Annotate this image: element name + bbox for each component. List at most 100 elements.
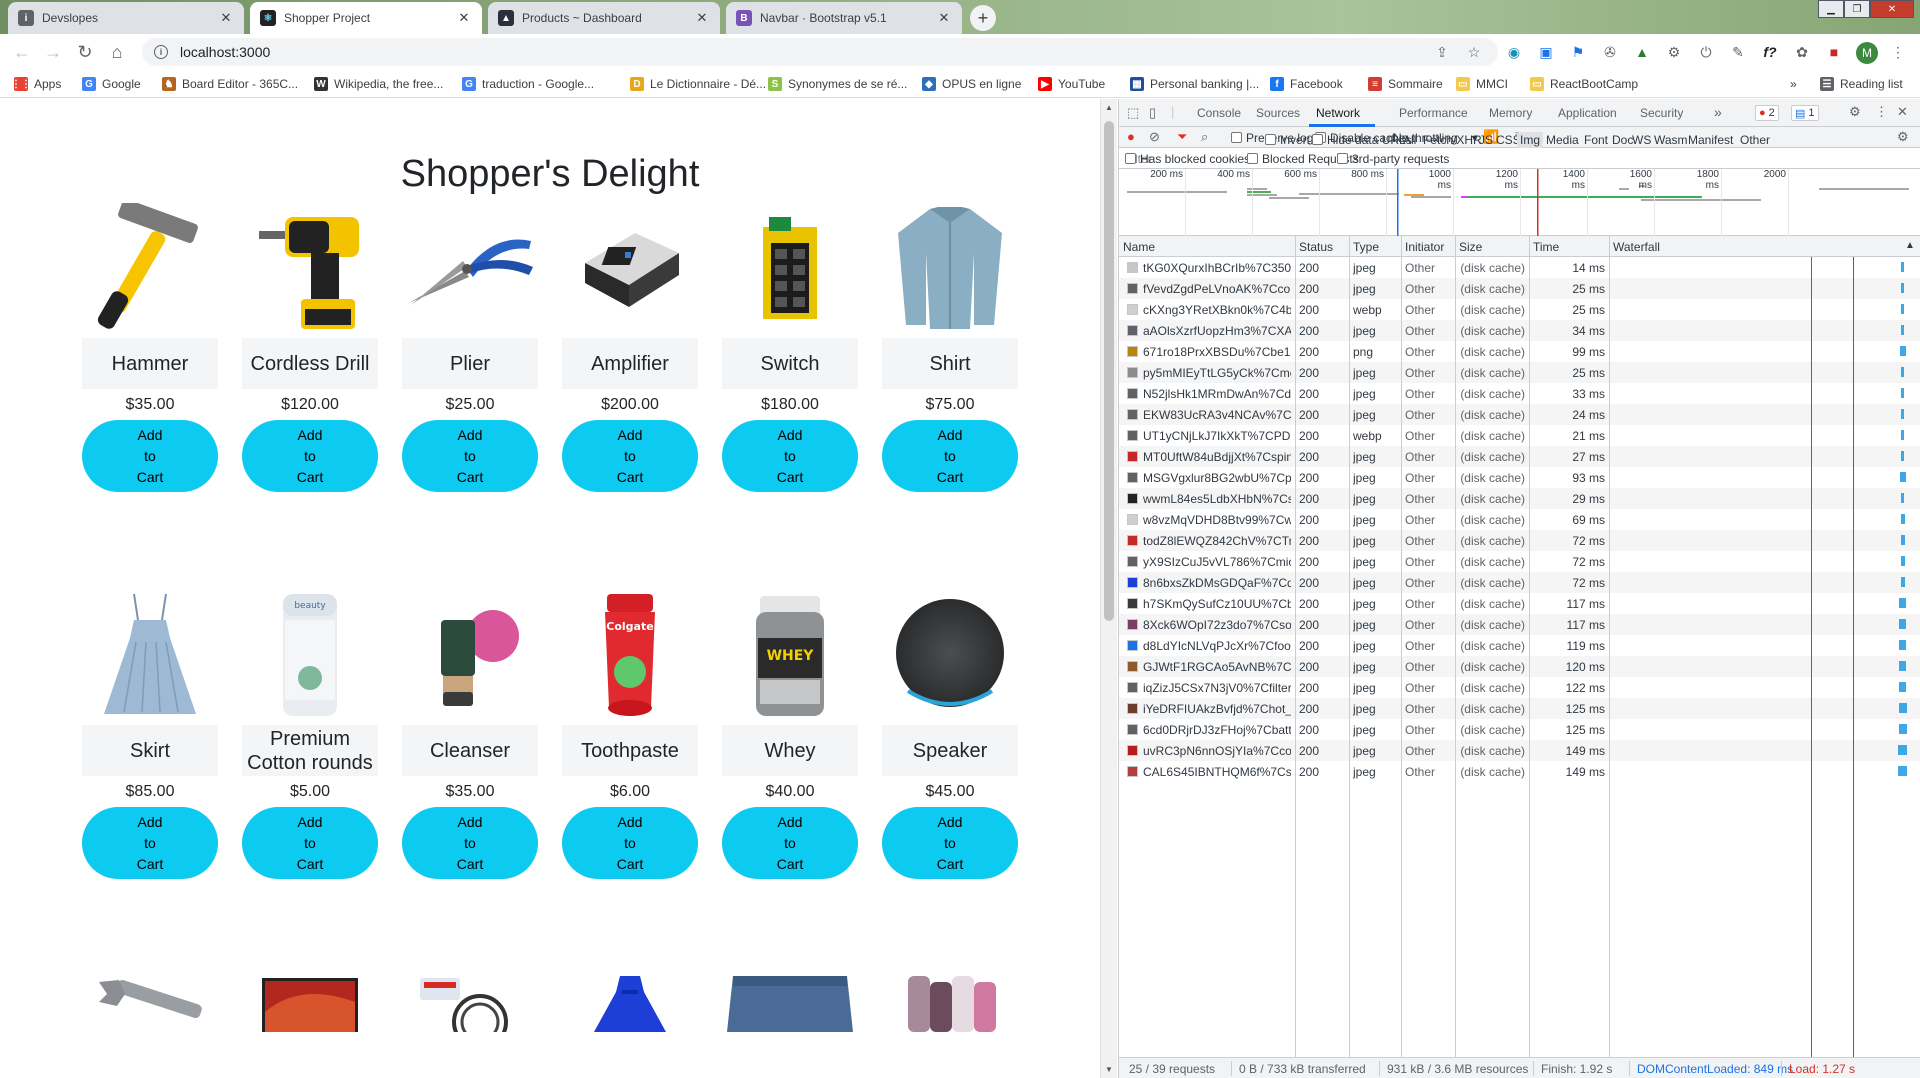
minimize-button[interactable]: ▁	[1818, 0, 1844, 18]
share-icon[interactable]: ⇪	[1432, 42, 1452, 62]
close-devtools-icon[interactable]: ✕	[1897, 104, 1908, 120]
request-row[interactable]: aAOlsXzrfUopzHm3%7CXA70F1.j... 200 jpeg Oth…	[1119, 320, 1920, 341]
request-row[interactable]: UT1yCNjLkJ7IkXkT%7CPDP_Elder... 200 webp Ot…	[1119, 425, 1920, 446]
add-to-cart-button[interactable]: Add to Cart	[562, 807, 698, 879]
request-row[interactable]: py5mMIEyTtLG5yCk%7Cmens-de... 200 jpeg Othe…	[1119, 362, 1920, 383]
extension-globe-icon[interactable]: ◉	[1504, 42, 1524, 62]
request-row[interactable]: iqZizJ5CSx7N3jV0%7Cfilters.jpg 200 jpeg Oth…	[1119, 677, 1920, 698]
extension-swirl-icon[interactable]: ✿	[1792, 42, 1812, 62]
add-to-cart-button[interactable]: Add to Cart	[882, 807, 1018, 879]
bookmark-item[interactable]: ≡ Sommaire	[1368, 75, 1443, 93]
browser-tab-bootstrap[interactable]: B Navbar · Bootstrap v5.1 ✕	[726, 2, 962, 34]
request-row[interactable]: uvRC3pN6nnOSjYIa%7Ccoffee.jpg 200 jpeg Othe…	[1119, 740, 1920, 761]
column-initiator[interactable]: Initiator	[1405, 240, 1444, 254]
add-to-cart-button[interactable]: Add to Cart	[722, 420, 858, 492]
devtools-tab-memory[interactable]: Memory	[1489, 106, 1532, 120]
devtools-tab-sources[interactable]: Sources	[1256, 106, 1300, 120]
device-toolbar-icon[interactable]: ▯	[1149, 105, 1156, 121]
type-filter-media[interactable]: Media	[1543, 132, 1582, 148]
type-filter-font[interactable]: Font	[1581, 132, 1611, 148]
request-row[interactable]: EKW83UcRA3v4NCAv%7C15247.... 200 jpeg Other…	[1119, 404, 1920, 425]
column-type[interactable]: Type	[1353, 240, 1379, 254]
bookmark-item[interactable]: G Google	[82, 75, 141, 93]
back-icon[interactable]: ←	[12, 42, 32, 62]
hide-data-urls-checkbox[interactable]: Hide data URLs	[1312, 133, 1412, 147]
add-to-cart-button[interactable]: Add to Cart	[402, 420, 538, 492]
request-row[interactable]: MSGVgxlur8BG2wbU%7Cprod_22... 200 jpeg Othe…	[1119, 467, 1920, 488]
close-tab-icon[interactable]: ✕	[456, 10, 472, 26]
message-count-badge[interactable]: ▤ 1	[1791, 105, 1819, 121]
request-row[interactable]: d8LdYIcNLVqPJcXr%7Cfoot_crea... 200 jpeg Ot…	[1119, 635, 1920, 656]
add-to-cart-button[interactable]: Add to Cart	[82, 807, 218, 879]
scrollbar-thumb[interactable]	[1104, 121, 1114, 621]
request-row[interactable]: 8n6bxsZkDMsGDQaF%7Cdress.jpg 200 jpeg Other…	[1119, 572, 1920, 593]
profile-avatar[interactable]: M	[1856, 42, 1878, 64]
site-info-icon[interactable]: i	[154, 45, 168, 59]
inspect-element-icon[interactable]: ⬚	[1127, 105, 1139, 121]
bookmark-item[interactable]: ▭ ReactBootCamp	[1530, 75, 1638, 93]
column-name[interactable]: Name	[1123, 240, 1155, 254]
invert-checkbox[interactable]: Invert	[1265, 133, 1310, 147]
scroll-up-icon[interactable]: ▲	[1105, 103, 1113, 112]
extension-green-icon[interactable]: ▲	[1632, 42, 1652, 62]
column-waterfall[interactable]: Waterfall	[1613, 240, 1660, 254]
devtools-menu-icon[interactable]: ⋮	[1875, 104, 1888, 120]
request-row[interactable]: GJWtF1RGCAo5AvNB%7Cpeanut... 200 jpeg Other…	[1119, 656, 1920, 677]
bookmark-item[interactable]: ▭ MMCI	[1456, 75, 1508, 93]
sort-ascending-icon[interactable]: ▲	[1905, 240, 1915, 251]
browser-menu-icon[interactable]: ⋮	[1888, 42, 1908, 62]
request-row[interactable]: tKG0XQurxIhBCrIb%7C350-250x2... 200 jpeg Ot…	[1119, 257, 1920, 278]
request-row[interactable]: todZ8lEWQZ842ChV%7CTraffic_D... 200 jpeg Ot…	[1119, 530, 1920, 551]
add-to-cart-button[interactable]: Add to Cart	[882, 420, 1018, 492]
devtools-tab-console[interactable]: Console	[1197, 106, 1241, 120]
add-to-cart-button[interactable]: Add to Cart	[242, 420, 378, 492]
bookmark-item[interactable]: S Synonymes de se ré...	[768, 75, 907, 93]
bookmark-item[interactable]: ♞ Board Editor - 365C...	[162, 75, 298, 93]
browser-tab-devslopes[interactable]: i Devslopes ✕	[8, 2, 244, 34]
network-overview[interactable]: 200 ms 400 ms 600 ms 800 ms 1000 ms 1200 ms 14…	[1119, 169, 1920, 236]
request-row[interactable]: 671ro18PrxXBSDu%7Cbe128404... 200 png Other…	[1119, 341, 1920, 362]
request-row[interactable]: wwmL84es5LdbXHbN%7Cspeake... 200 jpeg Other…	[1119, 488, 1920, 509]
request-row[interactable]: N52jlsHk1MRmDwAn%7Cd5b5d9... 200 jpeg Other…	[1119, 383, 1920, 404]
bookmark-item[interactable]: ▦ Personal banking |...	[1130, 75, 1259, 93]
settings-gear-icon[interactable]: ⚙	[1849, 104, 1861, 120]
add-to-cart-button[interactable]: Add to Cart	[722, 807, 858, 879]
extension-power-icon[interactable]: ⏻	[1696, 42, 1716, 62]
page-scrollbar[interactable]: ▲ ▼	[1100, 99, 1117, 1078]
column-size[interactable]: Size	[1459, 240, 1482, 254]
close-tab-icon[interactable]: ✕	[936, 10, 952, 26]
scroll-down-icon[interactable]: ▼	[1105, 1065, 1113, 1074]
add-to-cart-button[interactable]: Add to Cart	[402, 807, 538, 879]
request-row[interactable]: w8vzMqVDHD8Btv99%7Cwrench... 200 jpeg Other…	[1119, 509, 1920, 530]
add-to-cart-button[interactable]: Add to Cart	[242, 807, 378, 879]
network-settings-icon[interactable]: ⚙	[1897, 129, 1909, 145]
extension-red-icon[interactable]: ■	[1824, 42, 1844, 62]
request-row[interactable]: MT0UftW84uBdjjXt%7Cspin_prod... 200 jpeg Ot…	[1119, 446, 1920, 467]
bookmark-item[interactable]: ▶ YouTube	[1038, 75, 1105, 93]
home-icon[interactable]: ⌂	[107, 42, 127, 62]
devtools-tab-network[interactable]: Network	[1316, 106, 1360, 120]
devtools-tab-security[interactable]: Security	[1640, 106, 1683, 120]
extension-flag-icon[interactable]: ⚑	[1568, 42, 1588, 62]
bookmark-item[interactable]: ⋮⋮ Apps	[11, 75, 61, 93]
devtools-tab-performance[interactable]: Performance	[1399, 106, 1468, 120]
filter-funnel-icon[interactable]: ⏷	[1177, 129, 1187, 145]
request-row[interactable]: 6cd0DRjrDJ3zFHoj%7Cbatteries.jpg 200 jpeg O…	[1119, 719, 1920, 740]
bookmark-star-icon[interactable]: ☆	[1464, 42, 1484, 62]
extension-mic-icon[interactable]: ✇	[1600, 42, 1620, 62]
browser-tab-shopper[interactable]: ⚛ Shopper Project ✕	[250, 2, 482, 34]
request-row[interactable]: cKXng3YRetXBkn0k%7C4be61d8... 200 webp Othe…	[1119, 299, 1920, 320]
more-tabs-icon[interactable]: »	[1714, 104, 1722, 120]
close-tab-icon[interactable]: ✕	[694, 10, 710, 26]
extension-pen-icon[interactable]: ✎	[1728, 42, 1748, 62]
type-filter-all[interactable]: All	[1400, 132, 1419, 148]
type-filter-fetchxhr[interactable]: Fetch/XHR	[1420, 132, 1485, 148]
extension-blue-icon[interactable]: ▣	[1536, 42, 1556, 62]
window-close-button[interactable]: ✕	[1870, 0, 1914, 18]
column-status[interactable]: Status	[1299, 240, 1333, 254]
bookmark-item[interactable]: W Wikipedia, the free...	[314, 75, 443, 93]
type-filter-img[interactable]: Img	[1517, 132, 1544, 148]
extension-gear-icon[interactable]: ⚙	[1664, 42, 1684, 62]
add-to-cart-button[interactable]: Add to Cart	[82, 420, 218, 492]
request-row[interactable]: yX9SIzCuJ5vVL786%7Cmicropho... 200 jpeg Oth…	[1119, 551, 1920, 572]
